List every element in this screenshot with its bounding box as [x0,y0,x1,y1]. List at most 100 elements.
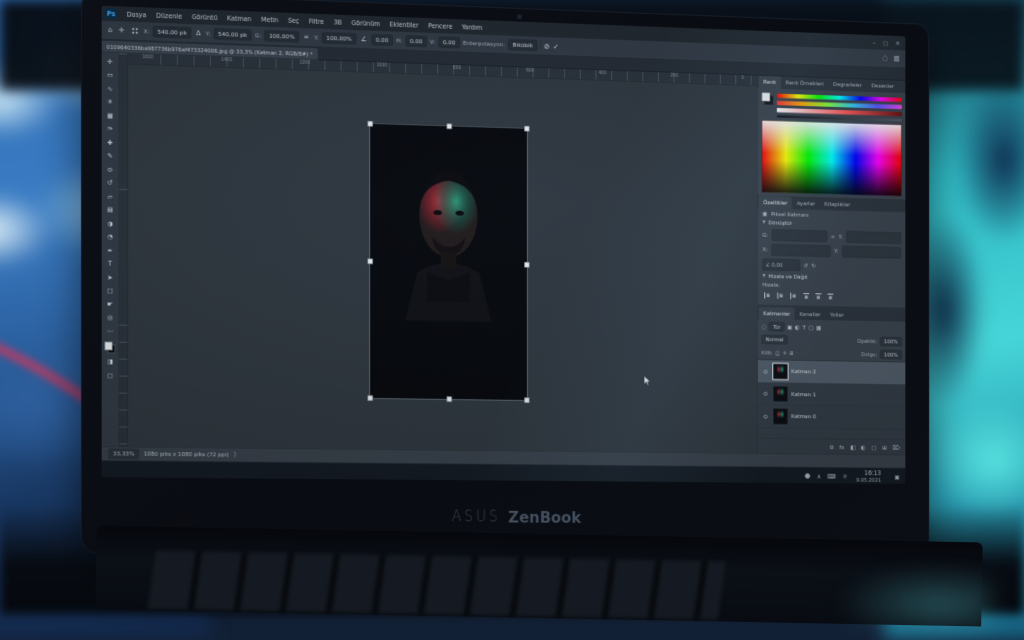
blur-tool[interactable]: ◑ [102,216,119,230]
color-spectrum-picker[interactable] [762,120,902,197]
adjustment-layer-icon[interactable]: ◐ [861,444,866,450]
history-brush-tool[interactable]: ↺ [102,176,119,190]
tab-renk[interactable]: Renk [759,76,781,89]
menu-gorunum[interactable]: Görünüm [347,17,384,29]
brush-tool[interactable]: ✎ [102,149,119,163]
layer-row-katman-0[interactable]: ⊙ Katman 0 [758,405,905,429]
align-center-v-icon[interactable] [815,293,821,300]
quick-mask-icon[interactable]: ◨ [102,355,119,369]
menu-goruntu[interactable]: Görüntü [187,11,222,23]
filter-pixel-icon[interactable]: ▣ [787,324,792,330]
cancel-transform-icon[interactable]: ⊘ [544,42,550,49]
transform-handle[interactable] [368,258,373,264]
tray-settings-icon[interactable]: ☼ [842,473,847,479]
reference-point-grid[interactable] [131,27,138,34]
align-bottom-icon[interactable] [828,293,834,300]
opacity-input[interactable]: 100% [880,337,902,346]
screen-mode-icon[interactable]: ▢ [102,368,119,382]
v-skew-input[interactable]: 0,00 [439,37,460,49]
menu-duzenle[interactable]: Düzenle [152,10,187,22]
foreground-color-swatch[interactable] [105,342,113,350]
prop-x-input[interactable] [771,244,830,257]
new-layer-icon[interactable]: ⊞ [882,444,886,450]
layer-search-icon[interactable]: ◌ [762,324,767,330]
tray-hidden-icons-chevron[interactable]: ∧ [817,473,821,479]
h-skew-input[interactable]: 0,00 [406,35,427,47]
align-left-icon[interactable] [764,292,771,298]
menu-metin[interactable]: Metin [257,14,283,25]
align-center-h-icon[interactable] [777,292,784,298]
crop-tool[interactable]: ▦ [102,109,119,123]
menu-eklentiler[interactable]: Eklentiler [385,19,422,31]
visibility-eye-icon[interactable]: ⊙ [762,391,770,397]
rotate-ccw-icon[interactable]: ↺ [804,262,808,268]
chevron-down-icon[interactable]: ▼ [762,274,765,278]
tab-ozellikler[interactable]: Özellikler [759,196,792,209]
prop-w-input[interactable] [772,229,827,242]
type-tool[interactable]: T [102,257,119,271]
layer-name[interactable]: Katman 0 [791,414,816,420]
dodge-tool[interactable]: ◔ [102,230,119,244]
layer-style-fx-icon[interactable]: fx [839,444,844,450]
layer-filter-select[interactable]: Tür [769,322,785,331]
width-input[interactable]: 100,00% [265,30,299,42]
link-icon[interactable]: ∞ [302,34,310,41]
hand-tool[interactable]: ☛ [102,297,119,311]
prop-y-input[interactable] [842,246,901,259]
new-group-icon[interactable]: ▢ [872,444,877,450]
align-top-icon[interactable] [803,293,809,300]
tab-kanallar[interactable]: Kanallar [795,307,825,320]
layer-name[interactable]: Katman 2 [791,369,816,375]
filter-adjustment-icon[interactable]: ◐ [795,324,800,330]
chevron-down-icon[interactable]: ▼ [762,221,765,225]
tab-yollar[interactable]: Yollar [825,308,848,321]
zoom-tool[interactable]: ◎ [102,311,119,325]
transform-handle[interactable] [447,397,452,402]
lasso-tool[interactable]: ∿ [102,82,119,96]
transform-handle[interactable] [524,262,529,267]
quick-selection-tool[interactable]: ✳ [102,95,119,109]
layer-row-katman-1[interactable]: ⊙ Katman 1 [758,383,905,407]
panel-color-swatches[interactable] [762,92,774,105]
prop-link-icon[interactable]: ∞ [831,233,835,239]
search-icon[interactable]: ◌ [881,55,889,62]
visibility-eye-icon[interactable]: ⊙ [762,413,770,419]
gradient-tool[interactable]: ▤ [102,203,119,217]
status-arrow-icon[interactable]: 〉 [234,452,240,458]
link-layers-icon[interactable]: ⧉ [830,444,834,450]
transform-handle[interactable] [524,398,529,403]
pen-tool[interactable]: ✒ [102,243,119,257]
tab-ayarlar[interactable]: Ayarlar [792,197,819,210]
rotate-cw-icon[interactable]: ↻ [812,263,816,269]
lock-position-icon[interactable]: ✛ [783,350,787,355]
transform-handle[interactable] [368,121,373,127]
healing-brush-tool[interactable]: ✚ [102,136,119,150]
menu-katman[interactable]: Katman [223,13,256,25]
filter-shape-icon[interactable]: ▢ [808,324,813,330]
menu-yardim[interactable]: Yardım [458,21,487,32]
tab-katmanlar[interactable]: Katmanlar [759,307,795,320]
blend-mode-select[interactable]: Normal [762,335,788,345]
layer-thumbnail[interactable] [773,364,787,380]
interpolation-select[interactable]: Bikübik [508,39,537,51]
edit-toolbar-icon[interactable]: ⋯ [102,324,119,338]
y-input[interactable]: 540,00 pk [214,28,252,40]
menu-dosya[interactable]: Dosya [122,9,151,21]
shape-tool[interactable]: □ [102,284,119,298]
layer-name[interactable]: Katman 1 [791,391,816,397]
transform-handle[interactable] [447,123,452,129]
prop-h-input[interactable] [846,231,901,244]
clone-stamp-tool[interactable]: ⊙ [102,163,119,177]
angle-input[interactable]: 0,00 [372,34,393,46]
path-selection-tool[interactable]: ➤ [102,270,119,284]
add-mask-icon[interactable]: ◧ [850,444,855,450]
layer-thumbnail[interactable] [773,409,787,424]
zoom-level-input[interactable]: 33,33% [109,449,139,459]
delta-toggle-icon[interactable]: Δ [195,30,203,37]
move-tool[interactable]: ✛ [102,55,119,69]
filter-smart-icon[interactable]: ▦ [816,325,821,331]
visibility-eye-icon[interactable]: ⊙ [762,368,770,374]
commit-transform-icon[interactable]: ✓ [553,43,559,50]
fill-input[interactable]: 100% [880,350,902,359]
active-tool-icon[interactable]: ✛ [117,27,126,34]
